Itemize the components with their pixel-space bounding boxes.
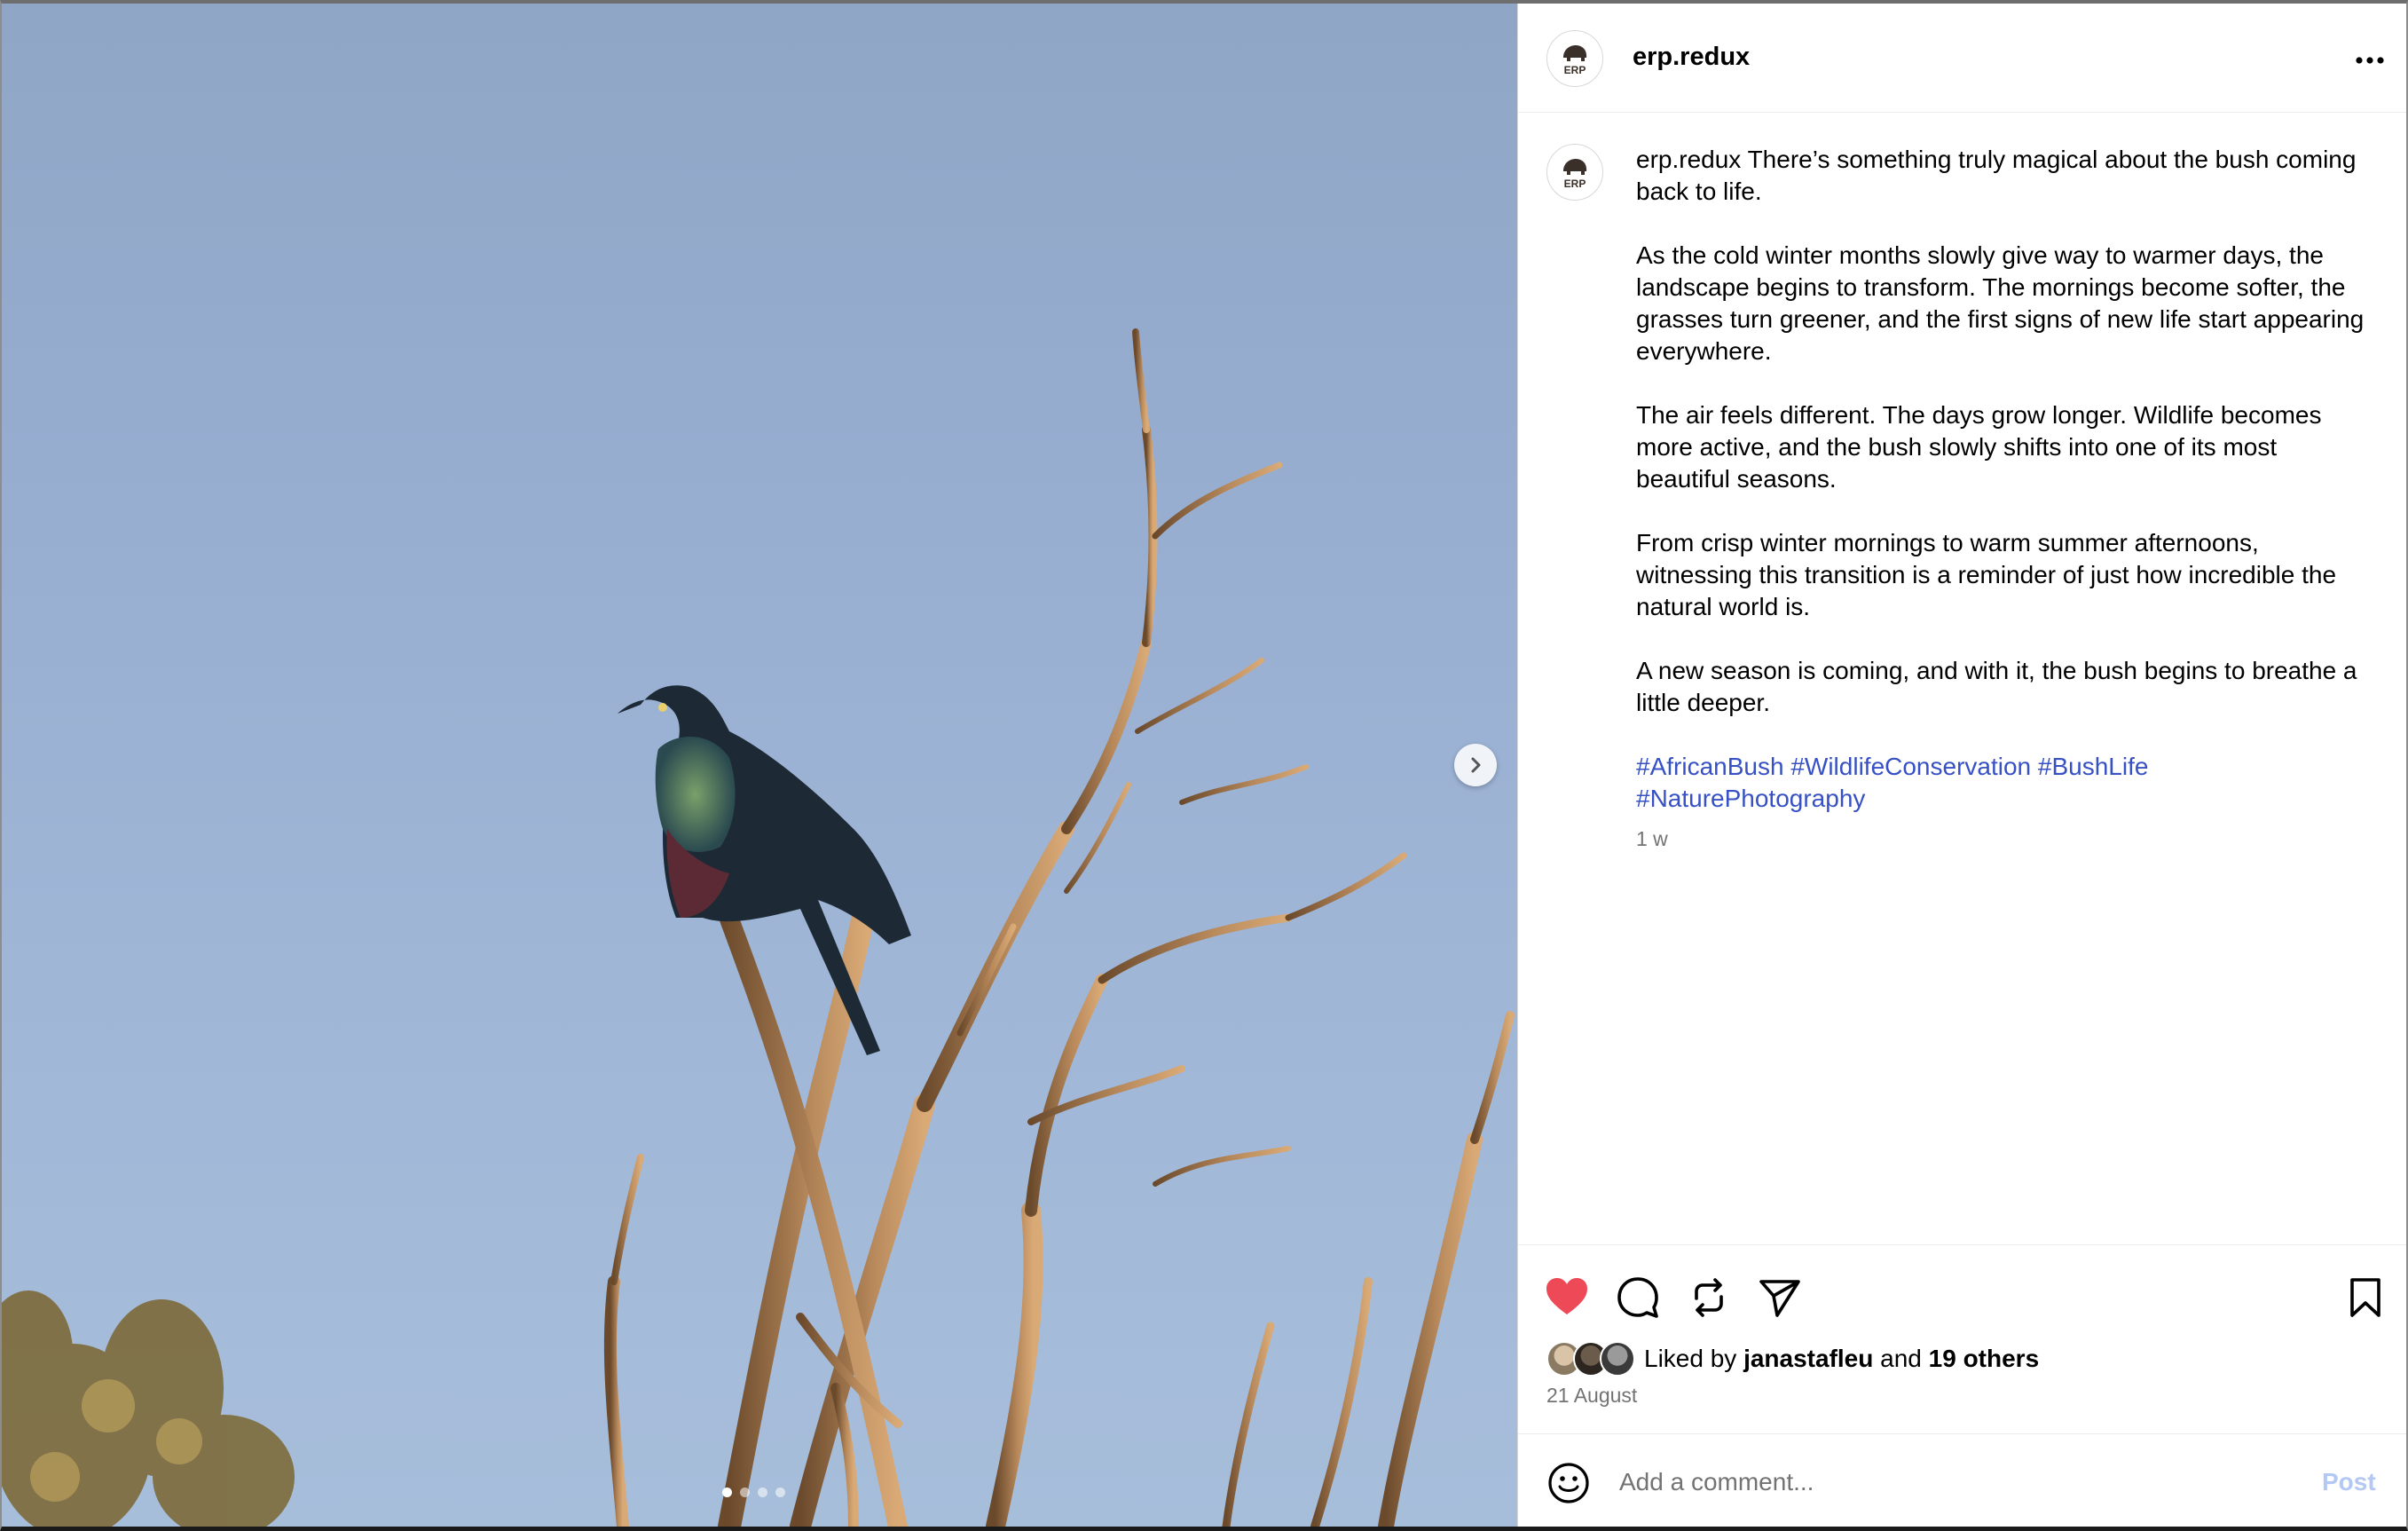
- caption-avatar[interactable]: ERP: [1546, 144, 1603, 201]
- post-sidebar: ERP erp.redux ERP erp.redux There’s some…: [1517, 4, 2406, 1527]
- carousel-dot: [740, 1488, 750, 1497]
- bird-photo: [2, 328, 1515, 1527]
- comment-button[interactable]: [1614, 1274, 1662, 1322]
- share-button[interactable]: [1756, 1274, 1804, 1322]
- carousel-dot: [722, 1488, 732, 1497]
- post-actions: Liked by janastafleu and 19 others 21 Au…: [1518, 1244, 2406, 1527]
- hashtag-link[interactable]: #BushLife: [2038, 753, 2149, 780]
- likes-text[interactable]: Liked by janastafleu and 19 others: [1644, 1345, 2039, 1373]
- caption-paragraph: There’s something truly magical about th…: [1636, 146, 2357, 205]
- post-username[interactable]: erp.redux: [1633, 43, 1750, 72]
- post-media[interactable]: [2, 4, 1517, 1527]
- caption-paragraph: From crisp winter mornings to warm summe…: [1636, 529, 2337, 620]
- hashtags: #AfricanBush #WildlifeConservation #Bush…: [1636, 751, 2373, 815]
- likes-prefix: Liked by: [1644, 1345, 1737, 1372]
- emoji-button[interactable]: [1546, 1461, 1591, 1505]
- caption-username[interactable]: erp.redux: [1636, 146, 1741, 173]
- svg-text:ERP: ERP: [1564, 64, 1586, 76]
- hashtag-link[interactable]: #WildlifeConservation: [1790, 753, 2031, 780]
- save-button[interactable]: [2341, 1274, 2389, 1322]
- repost-icon: [1695, 1278, 1723, 1317]
- caption-paragraph: As the cold winter months slowly give wa…: [1636, 241, 2365, 365]
- erp-logo-icon: ERP: [1563, 45, 1587, 76]
- emoji-icon: [1548, 1463, 1589, 1503]
- svg-text:ERP: ERP: [1564, 178, 1586, 190]
- hashtag-link[interactable]: #NaturePhotography: [1636, 785, 1865, 812]
- erp-logo-icon: ERP: [1563, 159, 1587, 190]
- bookmark-icon: [2350, 1278, 2380, 1317]
- caption-section: ERP erp.redux There’s something truly ma…: [1518, 112, 2406, 1244]
- post-header: ERP erp.redux: [1518, 4, 2406, 113]
- comment-icon: [1617, 1277, 1658, 1318]
- repost-button[interactable]: [1685, 1274, 1733, 1322]
- caption-text: erp.redux There’s something truly magica…: [1636, 144, 2373, 847]
- avatar[interactable]: ERP: [1546, 30, 1603, 87]
- like-button[interactable]: [1543, 1274, 1591, 1322]
- caption-paragraph: A new season is coming, and with it, the…: [1636, 657, 2357, 716]
- likes-others[interactable]: 19 others: [1929, 1345, 2040, 1372]
- caption-paragraph: The air feels different. The days grow l…: [1636, 401, 2322, 493]
- more-options-button[interactable]: [2352, 44, 2388, 76]
- post-dialog: ERP erp.redux ERP erp.redux There’s some…: [0, 0, 2408, 1531]
- comment-bar: Post: [1518, 1433, 2406, 1527]
- next-slide-button[interactable]: [1454, 744, 1497, 786]
- likes-joiner: and: [1880, 1345, 1922, 1372]
- comment-input[interactable]: [1617, 1457, 2313, 1507]
- more-horizontal-icon: [2356, 57, 2384, 64]
- caption-time-ago[interactable]: 1 w: [1636, 827, 1668, 851]
- carousel-dot: [758, 1488, 767, 1497]
- chevron-right-icon: [1471, 757, 1481, 773]
- likes-summary: Liked by janastafleu and 19 others: [1546, 1341, 2039, 1377]
- carousel-indicator: [722, 1488, 785, 1497]
- hashtag-link[interactable]: #AfricanBush: [1636, 753, 1784, 780]
- carousel-dot: [775, 1488, 785, 1497]
- heart-icon: [1546, 1278, 1587, 1314]
- post-date[interactable]: 21 August: [1546, 1384, 1637, 1408]
- liker-avatar: [1600, 1341, 1635, 1377]
- liker-username[interactable]: janastafleu: [1743, 1345, 1873, 1372]
- send-icon: [1759, 1280, 1800, 1317]
- post-comment-button[interactable]: Post: [2322, 1468, 2376, 1496]
